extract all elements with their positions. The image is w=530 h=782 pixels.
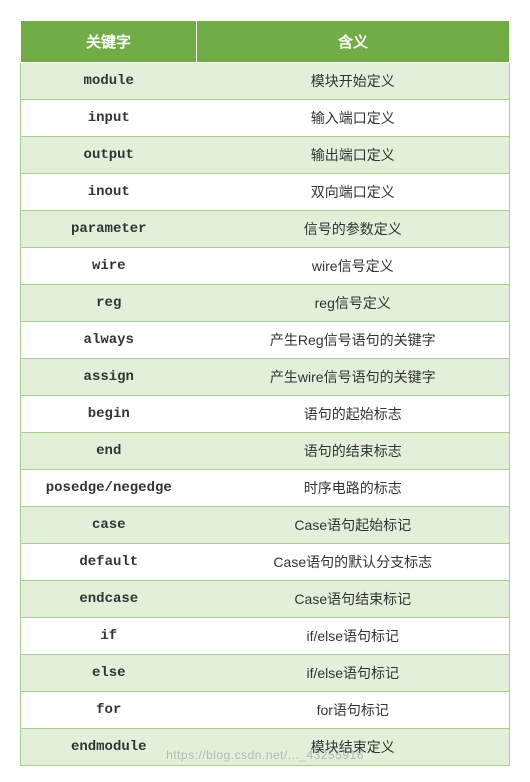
table-row: always产生Reg信号语句的关键字 — [21, 322, 510, 359]
cell-meaning: 模块开始定义 — [197, 63, 510, 100]
cell-meaning: if/else语句标记 — [197, 618, 510, 655]
cell-keyword: default — [21, 544, 197, 581]
table-row: posedge/negedge时序电路的标志 — [21, 470, 510, 507]
table-row: end语句的结束标志 — [21, 433, 510, 470]
table-row: caseCase语句起始标记 — [21, 507, 510, 544]
table-row: endmodule模块结束定义 — [21, 729, 510, 766]
cell-keyword: inout — [21, 174, 197, 211]
cell-keyword: end — [21, 433, 197, 470]
table-row: elseif/else语句标记 — [21, 655, 510, 692]
table-row: begin语句的起始标志 — [21, 396, 510, 433]
table-row: input输入端口定义 — [21, 100, 510, 137]
cell-meaning: 语句的结束标志 — [197, 433, 510, 470]
cell-meaning: reg信号定义 — [197, 285, 510, 322]
cell-keyword: parameter — [21, 211, 197, 248]
cell-keyword: always — [21, 322, 197, 359]
table-row: parameter信号的参数定义 — [21, 211, 510, 248]
cell-keyword: input — [21, 100, 197, 137]
table-row: regreg信号定义 — [21, 285, 510, 322]
table-row: wirewire信号定义 — [21, 248, 510, 285]
cell-meaning: 时序电路的标志 — [197, 470, 510, 507]
table-row: output输出端口定义 — [21, 137, 510, 174]
cell-keyword: assign — [21, 359, 197, 396]
cell-keyword: posedge/negedge — [21, 470, 197, 507]
cell-meaning: Case语句的默认分支标志 — [197, 544, 510, 581]
cell-keyword: endcase — [21, 581, 197, 618]
table-row: ifif/else语句标记 — [21, 618, 510, 655]
cell-meaning: 模块结束定义 — [197, 729, 510, 766]
table-row: defaultCase语句的默认分支标志 — [21, 544, 510, 581]
cell-meaning: for语句标记 — [197, 692, 510, 729]
cell-meaning: wire信号定义 — [197, 248, 510, 285]
cell-meaning: Case语句结束标记 — [197, 581, 510, 618]
col-header-keyword: 关键字 — [21, 21, 197, 63]
table-row: assign产生wire信号语句的关键字 — [21, 359, 510, 396]
cell-keyword: case — [21, 507, 197, 544]
cell-meaning: 输入端口定义 — [197, 100, 510, 137]
cell-keyword: wire — [21, 248, 197, 285]
table-row: endcaseCase语句结束标记 — [21, 581, 510, 618]
cell-meaning: 输出端口定义 — [197, 137, 510, 174]
cell-meaning: Case语句起始标记 — [197, 507, 510, 544]
col-header-meaning: 含义 — [197, 21, 510, 63]
cell-meaning: 产生wire信号语句的关键字 — [197, 359, 510, 396]
table-header: 关键字 含义 — [21, 21, 510, 63]
cell-meaning: 产生Reg信号语句的关键字 — [197, 322, 510, 359]
keyword-table: 关键字 含义 module模块开始定义input输入端口定义output输出端口… — [20, 20, 510, 766]
table-row: module模块开始定义 — [21, 63, 510, 100]
cell-meaning: 语句的起始标志 — [197, 396, 510, 433]
cell-keyword: else — [21, 655, 197, 692]
cell-meaning: 信号的参数定义 — [197, 211, 510, 248]
cell-keyword: for — [21, 692, 197, 729]
cell-keyword: output — [21, 137, 197, 174]
table-body: module模块开始定义input输入端口定义output输出端口定义inout… — [21, 63, 510, 766]
table-row: inout双向端口定义 — [21, 174, 510, 211]
table-row: forfor语句标记 — [21, 692, 510, 729]
cell-keyword: module — [21, 63, 197, 100]
cell-meaning: 双向端口定义 — [197, 174, 510, 211]
cell-keyword: begin — [21, 396, 197, 433]
cell-meaning: if/else语句标记 — [197, 655, 510, 692]
cell-keyword: if — [21, 618, 197, 655]
cell-keyword: endmodule — [21, 729, 197, 766]
cell-keyword: reg — [21, 285, 197, 322]
